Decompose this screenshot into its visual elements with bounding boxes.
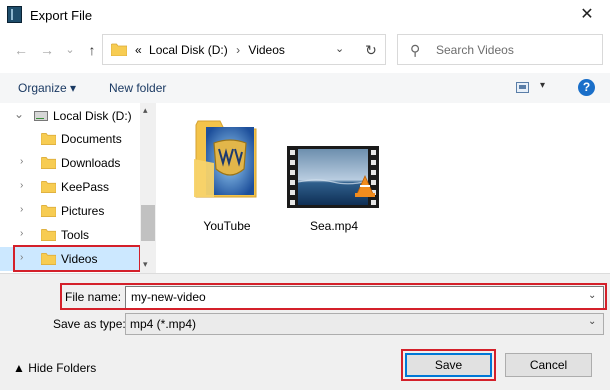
tree-item-keepass[interactable]: › KeePass xyxy=(0,175,140,199)
drive-icon xyxy=(34,111,48,121)
view-dropdown-icon[interactable]: ▾ xyxy=(540,80,545,91)
window-title: Export File xyxy=(30,8,93,23)
scrollbar-thumb[interactable] xyxy=(141,205,155,241)
folder-icon xyxy=(41,132,56,145)
cancel-button[interactable]: Cancel xyxy=(505,353,592,377)
folder-icon xyxy=(41,180,56,193)
search-icon: ⚲ xyxy=(410,42,421,58)
chevron-right-icon[interactable]: › xyxy=(20,228,23,239)
tree-item-pictures[interactable]: › Pictures xyxy=(0,199,140,223)
file-name: YouTube xyxy=(203,219,251,233)
scroll-up-icon[interactable]: ▴ xyxy=(143,105,148,116)
file-name-highlight-box xyxy=(60,283,607,310)
back-arrow-icon[interactable]: ← xyxy=(11,40,31,60)
folder-icon xyxy=(41,228,56,241)
breadcrumb-overflow[interactable]: « xyxy=(135,43,142,57)
file-name: Sea.mp4 xyxy=(309,219,359,233)
chevron-right-icon[interactable]: › xyxy=(20,156,23,167)
help-icon[interactable]: ? xyxy=(578,79,595,96)
tree-item-documents[interactable]: Documents xyxy=(0,127,140,151)
folder-icon xyxy=(41,204,56,217)
file-item-sea-mp4[interactable]: Sea.mp4 xyxy=(287,116,381,233)
tree-scrollbar[interactable] xyxy=(140,103,156,273)
save-as-type-select[interactable]: mp4 (*.mp4) ⌄ xyxy=(125,313,604,335)
folder-icon xyxy=(194,120,257,198)
videos-highlight-box xyxy=(13,245,141,272)
tree-item-label: Pictures xyxy=(61,204,105,218)
breadcrumb: « Local Disk (D:) › Videos xyxy=(135,43,285,57)
chevron-down-icon[interactable]: ⌄ xyxy=(588,316,596,327)
breadcrumb-item-videos[interactable]: Videos xyxy=(248,43,284,57)
new-folder-button[interactable]: New folder xyxy=(109,81,166,95)
tree-item-downloads[interactable]: › Downloads xyxy=(0,151,140,175)
save-as-type-label: Save as type: xyxy=(53,317,126,331)
search-placeholder: Search Videos xyxy=(436,43,514,57)
breadcrumb-separator[interactable]: › xyxy=(236,43,240,57)
address-bar[interactable]: « Local Disk (D:) › Videos ⌄ ↻ xyxy=(102,34,386,65)
view-options-icon[interactable] xyxy=(516,82,529,93)
tree-item-tools[interactable]: › Tools xyxy=(0,223,140,247)
organize-menu-button[interactable]: Organize ▾ xyxy=(18,81,76,95)
chevron-right-icon[interactable]: › xyxy=(20,180,23,191)
file-item-youtube[interactable]: YouTube xyxy=(180,116,274,233)
app-icon xyxy=(7,6,22,23)
refresh-icon[interactable]: ↻ xyxy=(361,40,381,60)
save-highlight-box xyxy=(401,349,496,381)
tree-item-label: Local Disk (D:) xyxy=(53,109,132,123)
tree-item-label: Tools xyxy=(61,228,90,242)
video-thumbnail-icon xyxy=(287,146,379,208)
tree-item-label: Downloads xyxy=(61,156,121,170)
folder-icon xyxy=(111,43,127,56)
breadcrumb-item-local-disk[interactable]: Local Disk (D:) xyxy=(149,43,228,57)
scroll-down-icon[interactable]: ▾ xyxy=(143,259,148,270)
up-folder-icon[interactable]: ↑ xyxy=(82,40,102,60)
address-dropdown-icon[interactable]: ⌄ xyxy=(335,42,344,55)
hide-folders-button[interactable]: ▲ Hide Folders xyxy=(13,361,96,375)
chevron-down-icon[interactable]: ⌄ xyxy=(14,107,24,121)
command-toolbar: Organize ▾ New folder ▾ ? xyxy=(0,73,610,103)
folder-icon xyxy=(41,156,56,169)
search-input[interactable]: ⚲ Search Videos xyxy=(397,34,603,65)
recent-locations-icon[interactable]: ⌄ xyxy=(60,40,80,60)
save-as-type-value: mp4 (*.mp4) xyxy=(130,317,197,331)
chevron-right-icon[interactable]: › xyxy=(20,204,23,215)
tree-item-label: KeePass xyxy=(61,180,110,194)
tree-item-label: Documents xyxy=(61,132,122,146)
forward-arrow-icon[interactable]: → xyxy=(37,40,57,60)
tree-item-local-disk[interactable]: ⌄ Local Disk (D:) xyxy=(0,104,140,128)
close-icon[interactable]: ✕ xyxy=(575,4,599,26)
